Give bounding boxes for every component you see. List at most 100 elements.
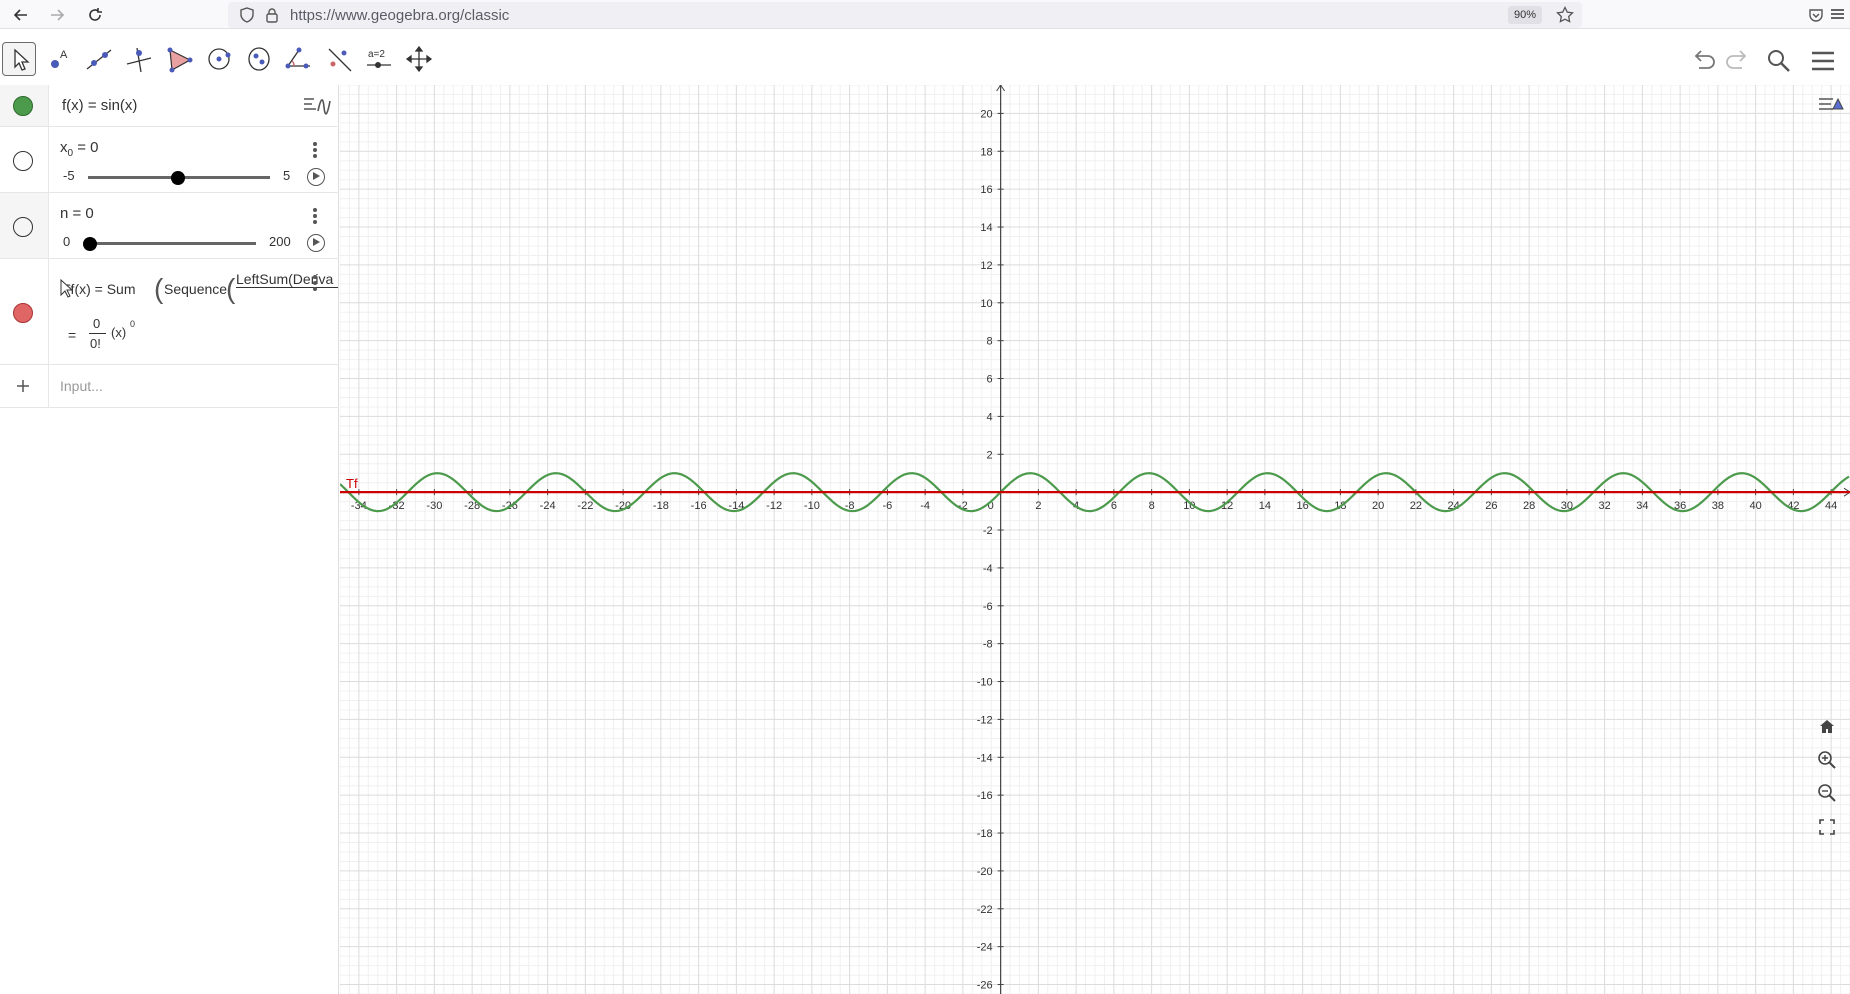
visibility-toggle-n[interactable] xyxy=(13,217,33,237)
n-more-icon[interactable] xyxy=(312,206,318,226)
n-slider-track[interactable] xyxy=(84,242,256,245)
circle-tool-button[interactable] xyxy=(202,42,236,76)
search-button[interactable] xyxy=(1764,46,1794,76)
move-arrows-icon xyxy=(405,45,433,73)
x0-variable: x0 = 0 xyxy=(60,139,99,159)
marble-column xyxy=(0,365,49,407)
hamburger-menu-icon xyxy=(1812,51,1834,71)
line-icon xyxy=(86,49,112,70)
style-bar-icon xyxy=(1819,97,1844,110)
reflect-tool-button[interactable] xyxy=(322,42,356,76)
pocket-icon[interactable] xyxy=(1808,7,1824,23)
n-play-icon[interactable] xyxy=(307,234,325,252)
angle-icon xyxy=(285,47,310,69)
star-icon[interactable] xyxy=(1556,6,1574,24)
algebra-row-f[interactable]: f(x) = sin(x) xyxy=(0,85,339,127)
x-tick-label: 40 xyxy=(1750,500,1762,512)
standard-view-button[interactable] xyxy=(1812,712,1842,742)
y-tick-label: 16 xyxy=(980,184,992,196)
x-tick-label: -22 xyxy=(577,500,593,512)
visibility-toggle-x0[interactable] xyxy=(13,151,33,171)
algebra-input-row[interactable]: Input... xyxy=(0,365,339,408)
forward-icon[interactable] xyxy=(46,4,68,26)
x-tick-label: 22 xyxy=(1410,500,1422,512)
address-bar[interactable]: https://www.geogebra.org/classic 90% xyxy=(228,2,1582,28)
algebra-row-x0[interactable]: x0 = 0 -5 5 xyxy=(0,127,339,193)
back-icon[interactable] xyxy=(10,4,32,26)
polygon-icon xyxy=(167,47,193,73)
zoom-in-button[interactable] xyxy=(1812,745,1842,775)
y-axis-tick-labels: 20 18 16 14 12 10 8 6 4 2 -2 -4 -6 -8 -10 -12 -14 -16 -18 -… xyxy=(977,108,1004,992)
tf-result-eq: = xyxy=(68,327,77,343)
x-tick-label: 28 xyxy=(1523,500,1535,512)
x0-play-icon[interactable] xyxy=(307,168,325,186)
y-tick-label: -22 xyxy=(977,904,993,916)
fullscreen-button[interactable] xyxy=(1812,812,1842,842)
algebra-row-tf[interactable]: Tf(x) = Sum ( Sequence ( LeftSum(Deriva … xyxy=(0,259,339,365)
x0-value: = 0 xyxy=(73,139,99,156)
lock-icon[interactable] xyxy=(265,7,279,23)
graph-canvas[interactable]: -34 -32 -30 -28 -26 -24 -22 -20 -18 -16 -14 -12 -10-… xyxy=(340,85,1850,994)
visibility-toggle-tf[interactable] xyxy=(13,303,33,323)
graphics-view[interactable]: -34 -32 -30 -28 -26 -24 -22 -20 -18 -16 -14 -12 -10-… xyxy=(340,85,1850,994)
y-tick-label: 10 xyxy=(980,298,992,310)
x0-slider-max: 5 xyxy=(283,168,291,183)
graphics-style-bar-button[interactable] xyxy=(1815,91,1845,121)
n-slider-min: 0 xyxy=(63,234,71,249)
ellipse-tool-button[interactable] xyxy=(242,42,276,76)
f-definition[interactable]: f(x) = sin(x) xyxy=(62,97,137,114)
x-tick-label: 38 xyxy=(1712,500,1724,512)
perpendicular-line-icon xyxy=(126,47,152,73)
tf-leftsum: LeftSum(Deriva xyxy=(236,271,338,288)
y-tick-label: 6 xyxy=(987,374,993,386)
search-icon xyxy=(1768,50,1790,72)
menu-icon[interactable] xyxy=(1828,5,1848,25)
slider-tool-button[interactable]: a=2 xyxy=(362,42,396,76)
tf-curve-label[interactable]: Tf xyxy=(346,476,358,491)
zoom-badge[interactable]: 90% xyxy=(1507,6,1542,24)
x-tick-label: -18 xyxy=(653,500,669,512)
slider-tool-label: a=2 xyxy=(368,49,385,60)
zoom-in-icon xyxy=(1818,751,1836,769)
tf-more-icon[interactable] xyxy=(312,273,318,293)
x-tick-label: 34 xyxy=(1636,500,1648,512)
visibility-toggle-f[interactable] xyxy=(13,96,33,116)
svg-text:A: A xyxy=(60,49,68,61)
redo-button[interactable] xyxy=(1722,46,1752,76)
main-menu-button[interactable] xyxy=(1808,46,1838,76)
marble-column xyxy=(0,85,49,126)
undo-button[interactable] xyxy=(1689,46,1719,76)
n-slider-knob[interactable] xyxy=(83,237,97,251)
algebra-row-n[interactable]: n = 0 0 200 xyxy=(0,193,339,259)
x0-slider-knob[interactable] xyxy=(171,171,185,185)
y-tick-label: -20 xyxy=(977,866,993,878)
reload-icon[interactable] xyxy=(84,4,106,26)
plus-icon[interactable] xyxy=(16,379,30,393)
angle-tool-button[interactable] xyxy=(282,42,316,76)
move-tool-button[interactable] xyxy=(2,42,36,76)
zoom-out-button[interactable] xyxy=(1812,778,1842,808)
x-tick-label: -24 xyxy=(540,500,556,512)
url-text[interactable]: https://www.geogebra.org/classic xyxy=(290,7,509,24)
marble-column xyxy=(0,259,49,364)
perpendicular-line-tool-button[interactable] xyxy=(122,42,156,76)
x0-more-icon[interactable] xyxy=(312,140,318,160)
algebra-input-field[interactable]: Input... xyxy=(60,378,103,394)
y-tick-label: 12 xyxy=(980,260,992,272)
x-tick-label: -10 xyxy=(804,500,820,512)
shield-icon[interactable] xyxy=(239,7,255,23)
y-tick-label: 4 xyxy=(987,411,993,423)
point-icon: A xyxy=(51,49,68,68)
polygon-tool-button[interactable] xyxy=(162,42,196,76)
x-tick-label: 32 xyxy=(1599,500,1611,512)
cursor-arrow-icon xyxy=(14,48,30,71)
point-tool-button[interactable]: A xyxy=(42,42,76,76)
x0-slider-min: -5 xyxy=(63,168,75,183)
x-tick-label: 20 xyxy=(1372,500,1384,512)
line-tool-button[interactable] xyxy=(82,42,116,76)
algebra-view-style-button[interactable] xyxy=(300,89,336,121)
x-tick-label: 26 xyxy=(1485,500,1497,512)
y-tick-label: -8 xyxy=(983,639,993,651)
tf-power-exp: 0 xyxy=(130,319,136,329)
move-graphics-tool-button[interactable] xyxy=(402,42,436,76)
